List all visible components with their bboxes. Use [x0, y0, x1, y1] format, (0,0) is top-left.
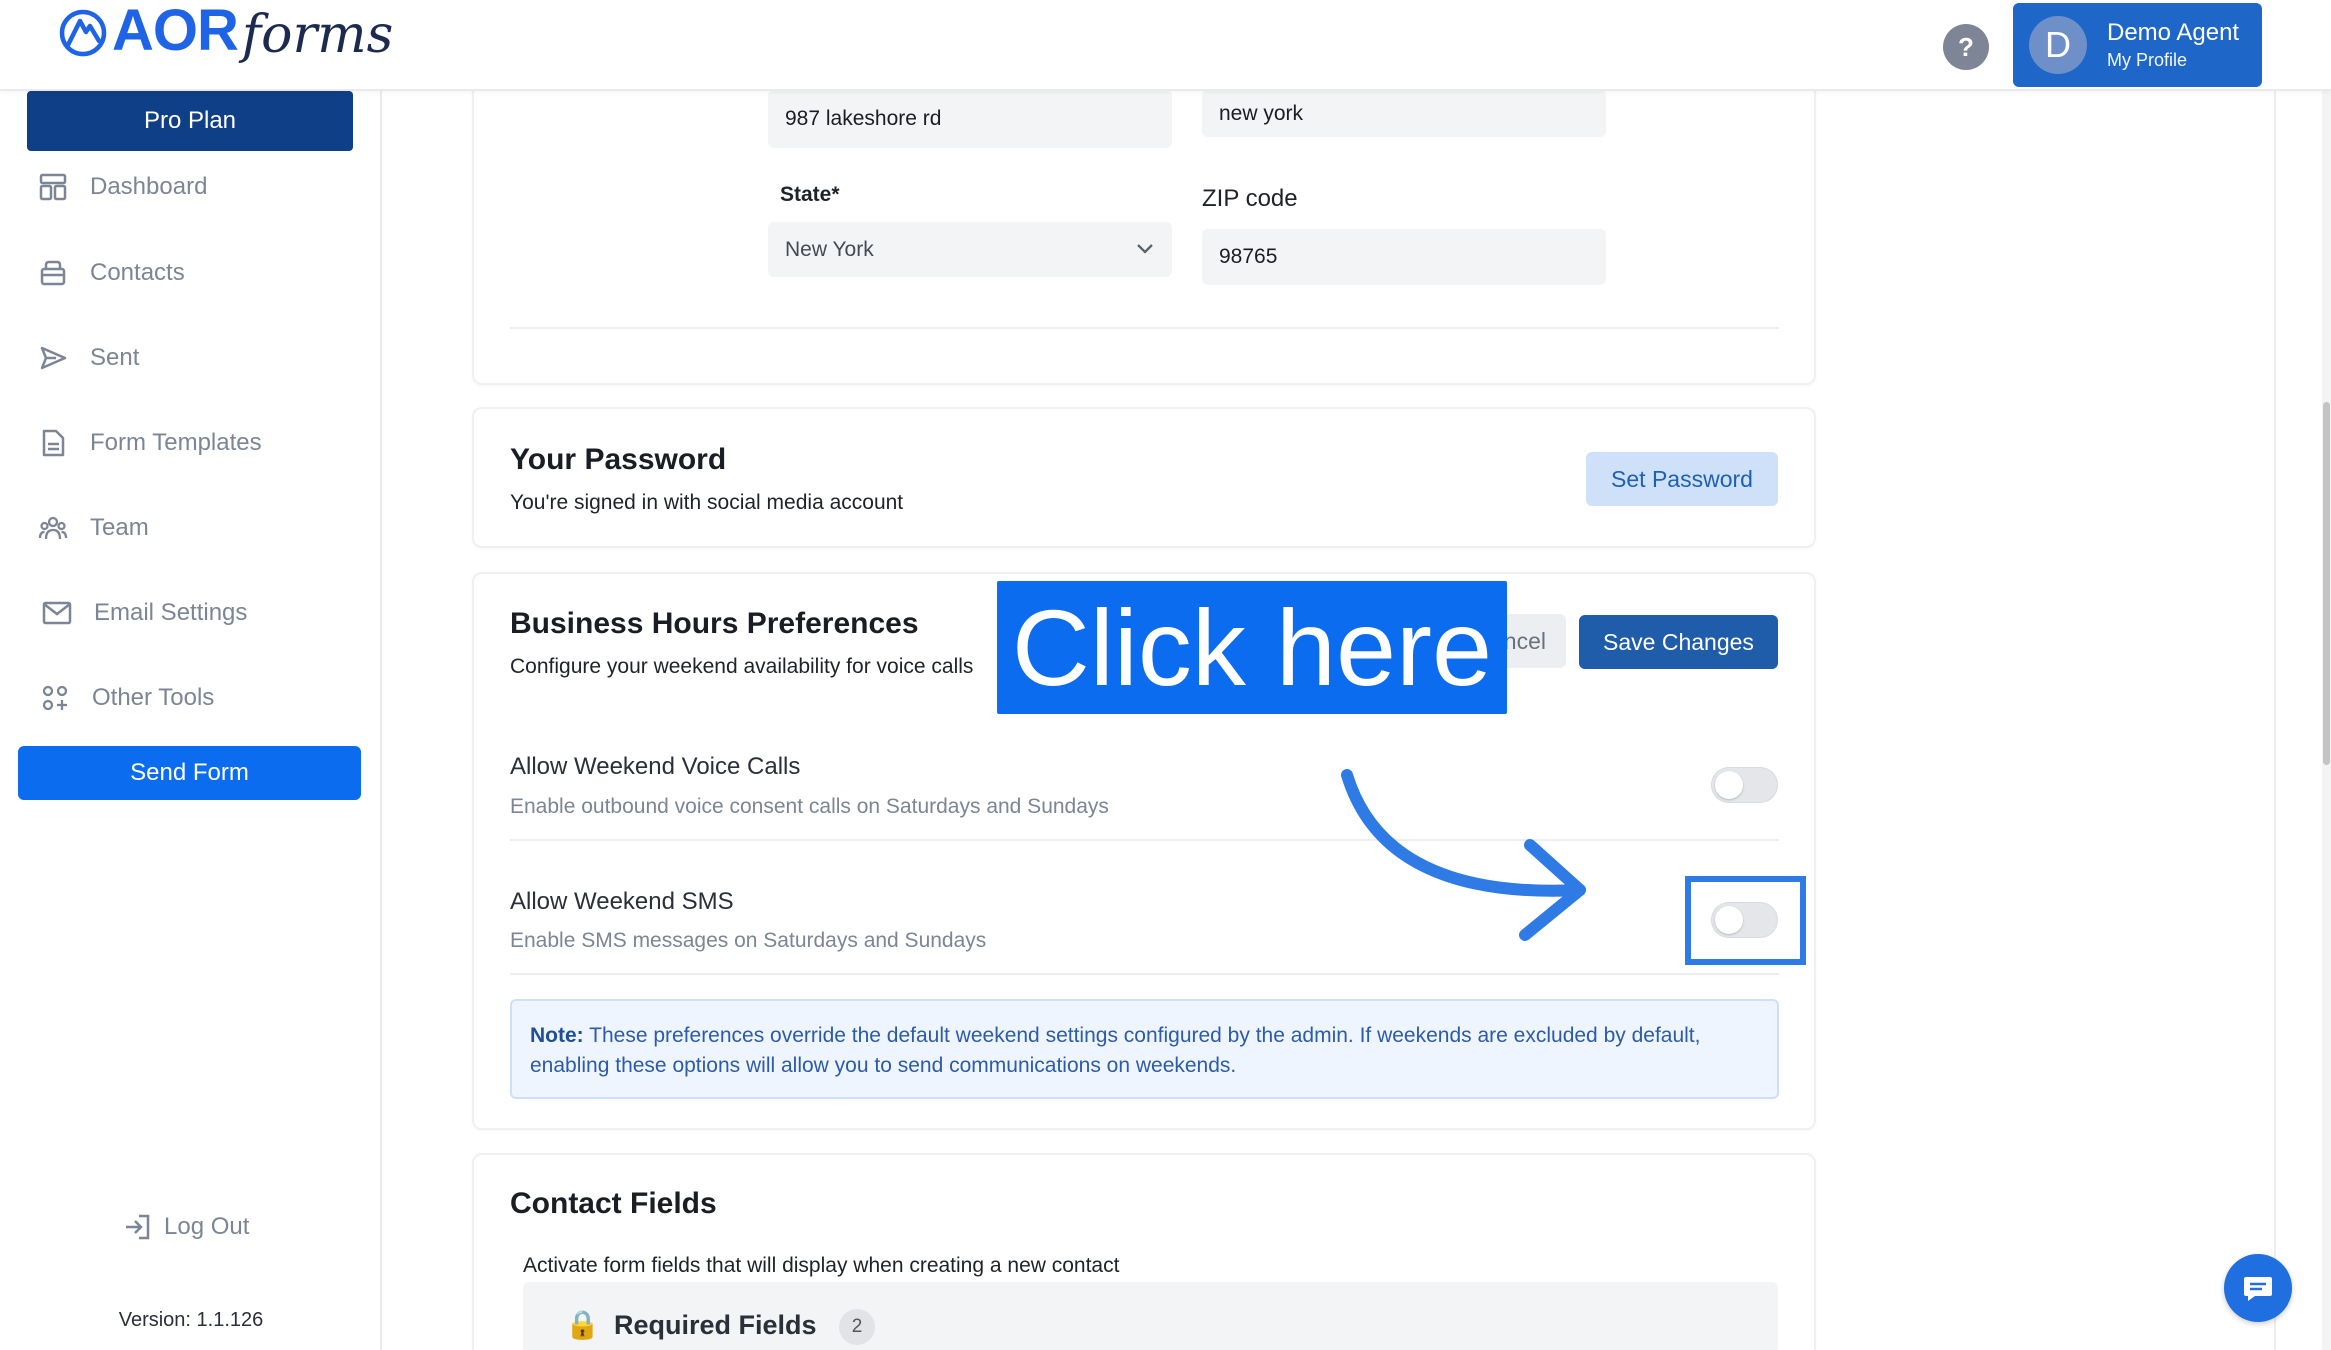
- contact-fields-subtitle: Activate form fields that will display w…: [523, 1254, 1120, 1277]
- avatar: D: [2029, 16, 2087, 74]
- sidebar-item-label: Other Tools: [92, 684, 215, 711]
- sidebar-item-label: Email Settings: [94, 599, 248, 626]
- arrow-icon: [1341, 769, 1586, 941]
- business-hours-title: Business Hours Preferences: [510, 607, 919, 640]
- dashboard-icon: [36, 170, 70, 204]
- weekend-voice-subtitle: Enable outbound voice consent calls on S…: [510, 795, 1109, 818]
- sidebar-item-label: Contacts: [90, 259, 185, 286]
- logout-icon: [126, 1214, 150, 1240]
- logo-text-forms: forms: [241, 5, 394, 65]
- business-hours-subtitle: Configure your weekend availability for …: [510, 655, 974, 678]
- sidebar-item-dashboard[interactable]: Dashboard: [36, 162, 207, 212]
- contacts-icon: [36, 256, 70, 290]
- contact-fields-title: Contact Fields: [510, 1187, 717, 1220]
- click-here-callout: Click here: [997, 581, 1507, 714]
- sidebar-item-label: Team: [90, 514, 149, 541]
- app-logo[interactable]: AOR forms: [58, 0, 393, 86]
- state-label: State*: [780, 183, 840, 206]
- chevron-down-icon: [1137, 244, 1153, 254]
- sidebar-item-team[interactable]: Team: [36, 503, 149, 553]
- weekend-voice-toggle[interactable]: [1711, 767, 1778, 803]
- scrollbar-thumb[interactable]: [2323, 402, 2330, 765]
- weekend-sms-subtitle: Enable SMS messages on Saturdays and Sun…: [510, 929, 987, 952]
- pro-plan-button[interactable]: Pro Plan: [27, 91, 353, 151]
- required-count-badge: 2: [839, 1309, 875, 1345]
- logout-label: Log Out: [164, 1213, 250, 1240]
- required-fields-panel[interactable]: 🔒 Required Fields 2: [523, 1282, 1778, 1350]
- sidebar-item-form-templates[interactable]: Form Templates: [36, 418, 262, 468]
- profile-button[interactable]: D Demo Agent My Profile: [2013, 3, 2262, 87]
- divider: [510, 327, 1779, 329]
- help-button[interactable]: ?: [1943, 24, 1989, 70]
- city-field[interactable]: new york: [1202, 90, 1606, 137]
- document-icon: [36, 426, 70, 460]
- profile-name: Demo Agent: [2107, 19, 2240, 46]
- mail-icon: [40, 596, 74, 630]
- sidebar: Pro Plan Dashboard Contacts Sent Form Te…: [0, 91, 382, 1350]
- grid-icon: [38, 681, 72, 715]
- street-field[interactable]: 987 lakeshore rd: [768, 90, 1172, 148]
- weekend-voice-title: Allow Weekend Voice Calls: [510, 753, 801, 780]
- note-label: Note:: [530, 1024, 584, 1047]
- chat-icon: [2244, 1277, 2272, 1301]
- sidebar-item-sent[interactable]: Sent: [36, 333, 139, 383]
- logout-button[interactable]: Log Out: [122, 1211, 249, 1243]
- sidebar-item-label: Form Templates: [90, 429, 262, 456]
- logo-text-aor: AOR: [112, 0, 239, 63]
- team-icon: [36, 511, 70, 545]
- note-text: These preferences override the default w…: [530, 1024, 1701, 1077]
- state-select-value: New York: [785, 237, 874, 261]
- sidebar-item-label: Dashboard: [90, 173, 208, 200]
- zip-field[interactable]: 98765: [1202, 229, 1606, 285]
- profile-subtitle: My Profile: [2107, 50, 2188, 70]
- note-box: Note: These preferences override the def…: [510, 999, 1779, 1099]
- version-text: Version: 1.1.126: [118, 1309, 264, 1331]
- send-icon: [36, 341, 70, 375]
- toggle-knob: [1715, 771, 1743, 799]
- lock-icon: 🔒: [565, 1309, 600, 1340]
- chat-button[interactable]: [2224, 1254, 2292, 1322]
- content-right-border: [2274, 91, 2276, 1350]
- highlight-box: [1685, 876, 1806, 965]
- sidebar-item-email-settings[interactable]: Email Settings: [40, 588, 247, 638]
- password-subtitle: You're signed in with social media accou…: [510, 491, 904, 514]
- required-fields-label: Required Fields: [614, 1310, 817, 1340]
- sidebar-item-contacts[interactable]: Contacts: [36, 248, 185, 298]
- sidebar-item-label: Sent: [90, 344, 140, 371]
- state-select[interactable]: New York: [768, 222, 1172, 277]
- set-password-button[interactable]: Set Password: [1586, 452, 1778, 506]
- save-changes-button[interactable]: Save Changes: [1579, 615, 1778, 669]
- zip-label: ZIP code: [1202, 185, 1298, 212]
- divider: [510, 973, 1779, 975]
- top-bar: AOR forms ? D Demo Agent My Profile: [0, 0, 2331, 91]
- logo-mark-icon: [59, 9, 107, 57]
- weekend-sms-title: Allow Weekend SMS: [510, 888, 734, 915]
- send-form-button[interactable]: Send Form: [18, 746, 361, 800]
- sidebar-item-other-tools[interactable]: Other Tools: [38, 673, 214, 723]
- password-title: Your Password: [510, 443, 727, 476]
